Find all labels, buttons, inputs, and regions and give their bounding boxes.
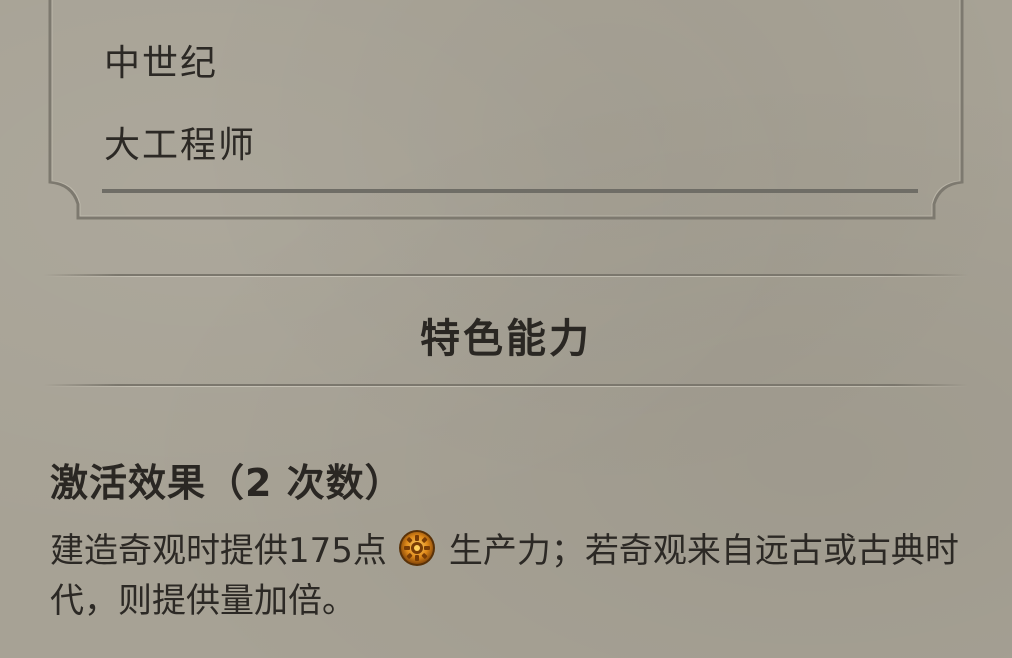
section-divider-bottom: [44, 384, 968, 387]
section-title: 特色能力: [420, 316, 592, 362]
section-header: 特色能力: [44, 272, 968, 390]
ability-title: 激活效果（2 次数）: [50, 461, 404, 505]
section-divider-top: [44, 274, 968, 277]
ability-desc-part-1: 建造奇观时提供175点: [50, 531, 387, 571]
era-label: 中世纪: [104, 43, 219, 84]
great-person-label: 大工程师: [104, 125, 257, 166]
ability-description: 建造奇观时提供175点 生产力；若奇观来自远古或古典时代，则提供量加倍。: [50, 526, 962, 626]
era-card: 中世纪 大工程师: [0, 0, 1012, 230]
production-icon: [397, 528, 437, 568]
